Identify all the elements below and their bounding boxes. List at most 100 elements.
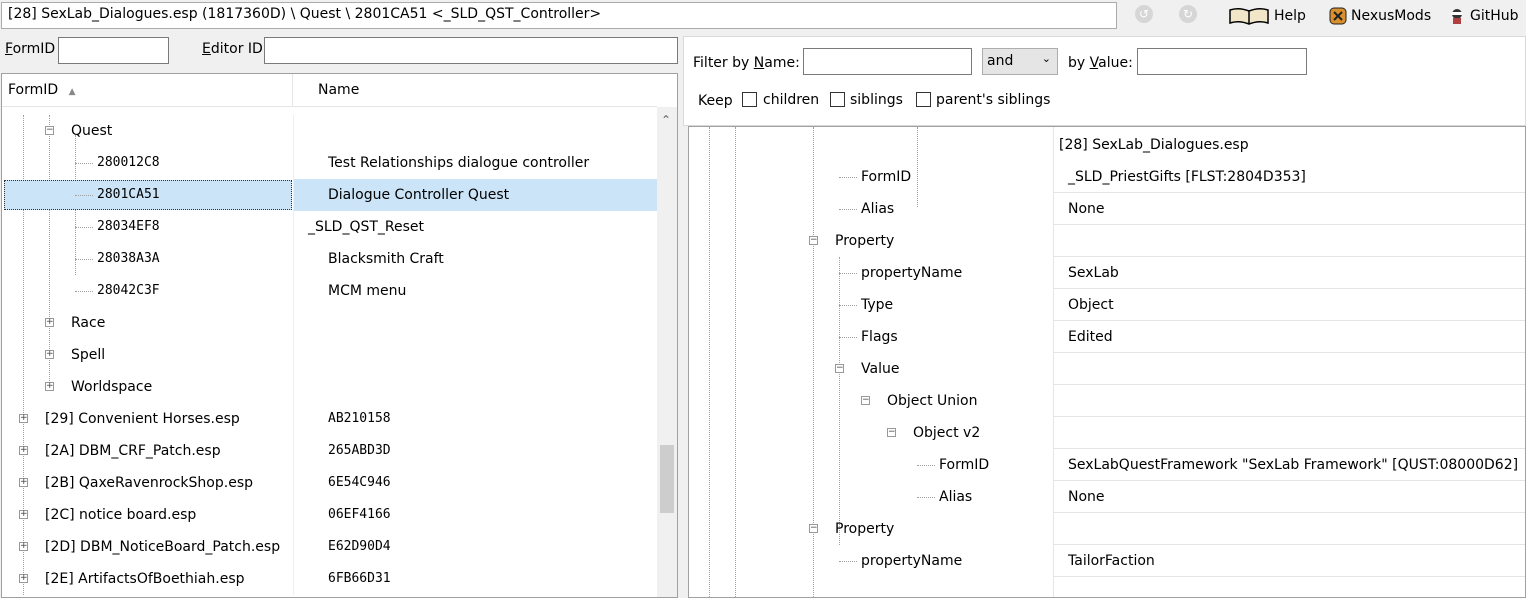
row-divider: [1053, 576, 1525, 577]
record-field-row[interactable]: Type Object: [689, 289, 1525, 321]
tree-row[interactable]: + Worldspace: [2, 371, 657, 403]
tree-row-formid: Quest: [71, 123, 113, 139]
tree-row-name: MCM menu: [328, 283, 407, 299]
record-field-row[interactable]: − Property: [689, 513, 1525, 545]
collapse-icon[interactable]: −: [809, 236, 818, 245]
github-label: GitHub: [1470, 8, 1519, 24]
forward-arrow-icon[interactable]: ↻: [1179, 5, 1197, 23]
record-field-row[interactable]: propertyName TailorFaction: [689, 545, 1525, 577]
record-path-field[interactable]: [28] SexLab_Dialogues.esp (1817360D) \ Q…: [1, 2, 1117, 29]
tree-branch-line: [917, 465, 935, 466]
scrollbar-thumb[interactable]: [660, 445, 674, 513]
keep-parents-siblings-label: parent's siblings: [936, 92, 1051, 108]
scroll-up-icon[interactable]: ⌃: [661, 113, 671, 127]
keep-children-label: children: [763, 92, 820, 108]
tree-row-formid: [2E] ArtifactsOfBoethiah.esp: [45, 571, 245, 587]
tree-row-formid: 28038A3A: [97, 251, 160, 266]
record-field-name: FormID: [861, 169, 912, 185]
record-field-row[interactable]: FormID SexLabQuestFramework "SexLab Frame…: [689, 449, 1525, 481]
tree-row-formid: 280012C8: [97, 155, 160, 170]
expand-icon[interactable]: +: [19, 542, 28, 551]
tree-row[interactable]: − Quest: [2, 115, 657, 147]
tree-row[interactable]: 28042C3F MCM menu: [2, 275, 657, 307]
back-arrow-icon[interactable]: ↺: [1135, 5, 1153, 23]
tree-row[interactable]: 2801CA51 Dialogue Controller Quest: [2, 179, 657, 211]
expand-icon[interactable]: +: [45, 318, 54, 327]
record-field-name: Value: [861, 361, 900, 377]
tree-branch-line: [75, 163, 93, 164]
tree-row-formid: 28034EF8: [97, 219, 160, 234]
record-field-row[interactable]: − Object Union: [689, 385, 1525, 417]
filter-value-input[interactable]: [1137, 48, 1307, 75]
record-tree[interactable]: FormID ▲ Name − Quest 280012C8 Test Relatio…: [1, 73, 678, 598]
expand-icon[interactable]: +: [19, 414, 28, 423]
tree-row-name: 265ABD3D: [328, 443, 391, 458]
column-formid-label: FormID: [8, 82, 59, 98]
collapse-icon[interactable]: −: [45, 126, 54, 135]
expand-icon[interactable]: +: [19, 478, 28, 487]
tree-row-formid: [29] Convenient Horses.esp: [45, 411, 240, 427]
record-field-name: Property: [835, 521, 895, 537]
tree-row-name: 6E54C946: [328, 475, 391, 490]
tree-row[interactable]: 28034EF8 _SLD_QST_Reset: [2, 211, 657, 243]
editorid-input[interactable]: [264, 37, 678, 64]
github-button[interactable]: GitHub: [1448, 4, 1519, 28]
keep-children-checkbox[interactable]: [742, 92, 757, 107]
tree-row-name: Blacksmith Craft: [328, 251, 444, 267]
tree-row[interactable]: + [2A] DBM_CRF_Patch.esp 265ABD3D: [2, 435, 657, 467]
record-field-value: None: [1068, 489, 1105, 505]
tree-branch-line: [839, 209, 857, 210]
keep-siblings-checkbox[interactable]: [830, 92, 845, 107]
record-field-value: Edited: [1068, 329, 1113, 345]
record-field-row[interactable]: − Value: [689, 353, 1525, 385]
github-icon: [1448, 7, 1466, 25]
record-field-name: Object Union: [887, 393, 978, 409]
record-field-row[interactable]: Alias None: [689, 193, 1525, 225]
tree-row[interactable]: + [2B] QaxeRavenrockShop.esp 6E54C946: [2, 467, 657, 499]
tree-branch-line: [75, 227, 93, 228]
record-header-value: [28] SexLab_Dialogues.esp: [1059, 137, 1249, 153]
record-fields: FormID _SLD_PriestGifts [FLST:2804D353] Al…: [689, 127, 1525, 597]
record-field-row[interactable]: − Property: [689, 225, 1525, 257]
tree-row[interactable]: + [2D] DBM_NoticeBoard_Patch.esp E62D90D4: [2, 531, 657, 563]
tree-row-formid: [2D] DBM_NoticeBoard_Patch.esp: [45, 539, 281, 555]
keep-parents-siblings-checkbox[interactable]: [916, 92, 931, 107]
formid-input[interactable]: [58, 37, 169, 64]
record-field-row[interactable]: Alias None: [689, 481, 1525, 513]
collapse-icon[interactable]: −: [809, 524, 818, 533]
filter-bar: Filter by Name: and ⌄ by Value: Keep chi…: [683, 36, 1526, 126]
record-field-value: SexLab: [1068, 265, 1119, 281]
expand-icon[interactable]: +: [45, 382, 54, 391]
tree-row[interactable]: + [2E] ArtifactsOfBoethiah.esp 6FB66D31: [2, 563, 657, 595]
help-button[interactable]: Help: [1228, 4, 1306, 28]
column-header-name[interactable]: Name: [312, 74, 657, 107]
record-field-row[interactable]: propertyName SexLab: [689, 257, 1525, 289]
tree-branch-line: [839, 337, 857, 338]
record-view[interactable]: [28] SexLab_Dialogues.esp FormID _SLD_Pri…: [688, 126, 1526, 598]
record-field-name: Type: [861, 297, 894, 313]
nexusmods-button[interactable]: NexusMods: [1329, 4, 1431, 28]
record-field-value: _SLD_PriestGifts [FLST:2804D353]: [1068, 169, 1306, 185]
collapse-icon[interactable]: −: [887, 428, 896, 437]
expand-icon[interactable]: +: [45, 350, 54, 359]
left-panel: FormID Editor ID FormID ▲ Name − Quest 280…: [0, 31, 680, 598]
expand-icon[interactable]: +: [19, 574, 28, 583]
tree-row[interactable]: 280012C8 Test Relationships dialogue cont…: [2, 147, 657, 179]
tree-row[interactable]: + [29] Convenient Horses.esp AB210158: [2, 403, 657, 435]
collapse-icon[interactable]: −: [835, 364, 844, 373]
tree-row[interactable]: + [2C] notice board.esp 06EF4166: [2, 499, 657, 531]
expand-icon[interactable]: +: [19, 446, 28, 455]
record-field-row[interactable]: FormID _SLD_PriestGifts [FLST:2804D353]: [689, 161, 1525, 193]
record-field-row[interactable]: Flags Edited: [689, 321, 1525, 353]
record-field-row[interactable]: − Object v2: [689, 417, 1525, 449]
tree-row[interactable]: 28038A3A Blacksmith Craft: [2, 243, 657, 275]
expand-icon[interactable]: +: [19, 510, 28, 519]
book-icon: [1228, 6, 1270, 26]
column-header-formid[interactable]: FormID ▲: [2, 74, 293, 107]
tree-row[interactable]: + Spell: [2, 339, 657, 371]
operator-select[interactable]: and ⌄: [982, 48, 1058, 75]
tree-row[interactable]: + Race: [2, 307, 657, 339]
tree-scrollbar[interactable]: ⌃: [657, 107, 677, 597]
collapse-icon[interactable]: −: [861, 396, 870, 405]
filter-name-input[interactable]: [803, 48, 972, 75]
